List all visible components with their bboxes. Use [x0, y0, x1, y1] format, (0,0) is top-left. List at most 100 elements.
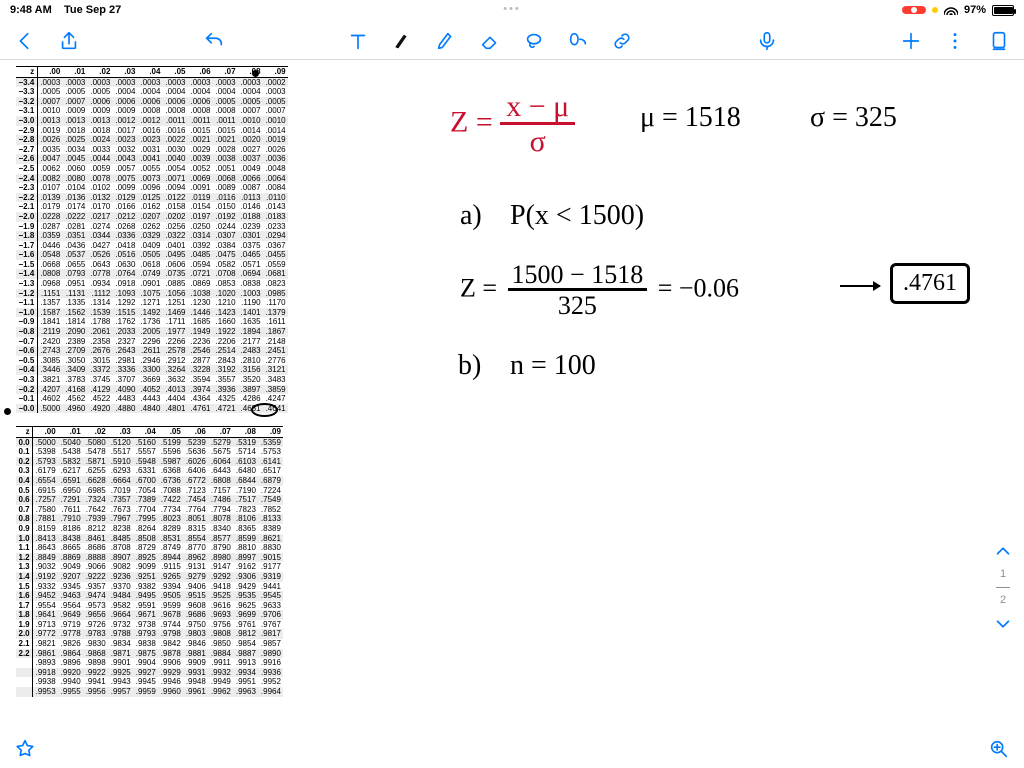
z-cell: .0011 — [163, 116, 188, 126]
eraser-tool-icon[interactable] — [479, 30, 501, 52]
more-button[interactable] — [944, 30, 966, 52]
z-cell: .2611 — [138, 346, 163, 356]
back-button[interactable] — [14, 30, 36, 52]
z-cell: .8907 — [108, 553, 133, 563]
z-cell: .8531 — [158, 534, 183, 544]
z-cell: .0043 — [113, 154, 138, 164]
z-row-label: −1.0 — [16, 308, 37, 318]
z-cell: .9370 — [108, 582, 133, 592]
z-cell: .2578 — [163, 346, 188, 356]
z-cell: .7257 — [33, 495, 59, 505]
status-right: 97% — [902, 4, 1014, 16]
z-cell: .1788 — [88, 317, 113, 327]
z-col-header: .02 — [88, 67, 113, 78]
z-cell: .1894 — [238, 327, 263, 337]
z-cell: .0055 — [138, 164, 163, 174]
formula-lhs: Z = — [450, 105, 493, 138]
z-cell: .9875 — [133, 649, 158, 659]
z-row-label: 1.6 — [16, 591, 33, 601]
z-cell: .9952 — [258, 677, 283, 687]
share-button[interactable] — [58, 30, 80, 52]
z-cell: .9706 — [258, 610, 283, 620]
z-cell: .0188 — [238, 212, 263, 222]
z-cell: .5793 — [33, 457, 59, 467]
z-cell: .5636 — [183, 447, 208, 457]
z-row-label: 1.1 — [16, 543, 33, 553]
z-cell: .0014 — [263, 126, 288, 136]
screen-record-pill[interactable] — [902, 6, 926, 14]
z-cell: .6179 — [33, 466, 59, 476]
z-cell: .7881 — [33, 514, 59, 524]
z-cell: .0708 — [213, 269, 238, 279]
link-tool-icon[interactable] — [611, 30, 633, 52]
z-cell: .0307 — [213, 231, 238, 241]
multitask-dots-icon[interactable]: ••• — [503, 3, 521, 15]
z-cell: .0618 — [138, 260, 163, 270]
z-cell: .7734 — [158, 505, 183, 515]
add-button[interactable] — [900, 30, 922, 52]
z-cell: .0027 — [238, 145, 263, 155]
z-cell: .9767 — [258, 620, 283, 630]
z-cell: .3228 — [188, 365, 213, 375]
pages-button[interactable] — [988, 30, 1010, 52]
z-row-label: −2.9 — [16, 126, 37, 136]
z-table-row: 0.5.6915.6950.6985.7019.7054.7088.7123.7… — [16, 486, 283, 496]
z-cell: .4840 — [138, 404, 163, 414]
z-cell: .1660 — [213, 317, 238, 327]
z-cell: .8159 — [33, 524, 59, 534]
z-cell: .7422 — [158, 495, 183, 505]
z-cell: .2206 — [213, 337, 238, 347]
z-table-row: −0.3.3821.3783.3745.3707.3669.3632.3594.… — [16, 375, 288, 385]
mic-button[interactable] — [756, 30, 778, 52]
z-cell: .0019 — [263, 135, 288, 145]
z-cell: .0174 — [63, 202, 88, 212]
z-table-row: −0.7.2420.2389.2358.2327.2296.2266.2236.… — [16, 337, 288, 347]
z-table-row: −2.9.0019.0018.0018.0017.0016.0016.0015.… — [16, 126, 288, 136]
z-cell: .0392 — [188, 241, 213, 251]
z-cell: .0455 — [263, 250, 288, 260]
z-cell: .8106 — [233, 514, 258, 524]
z-cell: .0146 — [238, 202, 263, 212]
z-cell: .0003 — [163, 77, 188, 87]
z-cell: .9713 — [33, 620, 59, 630]
page-down-button[interactable] — [992, 613, 1014, 635]
z-row-label: −2.0 — [16, 212, 37, 222]
z-cell: .9429 — [233, 582, 258, 592]
z-cell: .9959 — [133, 687, 158, 697]
lasso-tool-icon[interactable] — [523, 30, 545, 52]
z-cell: .6064 — [208, 457, 233, 467]
z-cell: .9495 — [133, 591, 158, 601]
highlighter-tool-icon[interactable] — [435, 30, 457, 52]
z-table-row: 0.4.6554.6591.6628.6664.6700.6736.6772.6… — [16, 476, 283, 486]
z-cell: .0032 — [113, 145, 138, 155]
text-tool-icon[interactable] — [347, 30, 369, 52]
z-cell: .7224 — [258, 486, 283, 496]
z-cell: .4562 — [63, 394, 88, 404]
z-cell: .0934 — [88, 279, 113, 289]
z-cell: .0401 — [163, 241, 188, 251]
pen-tool-icon[interactable] — [391, 30, 413, 52]
shapes-tool-icon[interactable] — [567, 30, 589, 52]
formula-z-equals: Z = x − μ σ — [450, 90, 575, 159]
note-canvas[interactable]: z.00.01.02.03.04.05.06.07.08.09−3.4.0003… — [0, 60, 1024, 768]
z-cell: .9319 — [258, 572, 283, 582]
z-cell: .1210 — [213, 298, 238, 308]
z-cell: .7642 — [83, 505, 108, 515]
z-cell: .9913 — [233, 658, 258, 668]
mu-value: μ = 1518 — [640, 102, 741, 134]
z-cell: .9783 — [83, 629, 108, 639]
z-cell: .0143 — [263, 202, 288, 212]
z-cell: .5398 — [33, 447, 59, 457]
z-cell: .0359 — [37, 231, 63, 241]
z-cell: .2358 — [88, 337, 113, 347]
zoom-in-button[interactable] — [988, 738, 1010, 760]
z-cell: .1112 — [88, 289, 113, 299]
z-cell: .2296 — [138, 337, 163, 347]
z-cell: .0003 — [238, 77, 263, 87]
z-cell: .3050 — [63, 356, 88, 366]
page-up-button[interactable] — [992, 540, 1014, 562]
favorite-button[interactable] — [14, 738, 36, 760]
undo-button[interactable] — [203, 30, 225, 52]
z-table-negative: z.00.01.02.03.04.05.06.07.08.09−3.4.0003… — [16, 66, 288, 413]
z-cell: .0036 — [263, 154, 288, 164]
